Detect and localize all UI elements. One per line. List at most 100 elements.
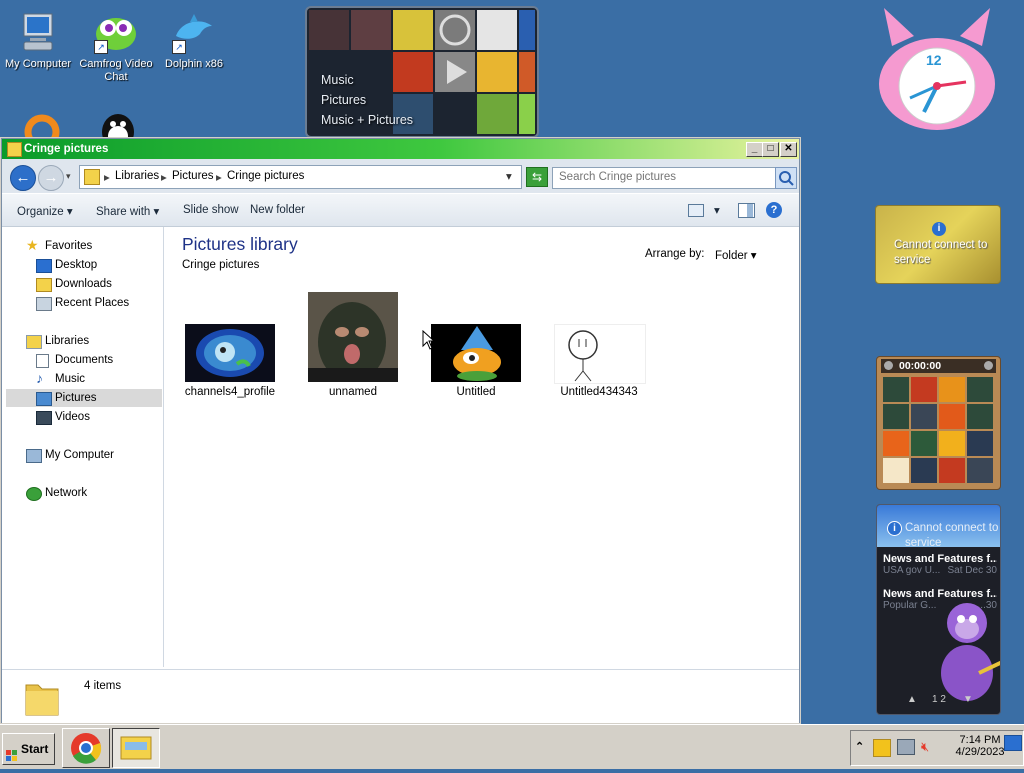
show-desktop-icon[interactable] [1004,735,1022,751]
file-name[interactable]: channels4_profile [165,386,295,398]
nav-documents[interactable]: Documents [36,351,156,369]
help-icon[interactable]: ? [766,202,782,218]
address-dropdown-icon[interactable]: ▾ [506,169,512,183]
nav-network[interactable]: Network [26,484,156,502]
play-icon[interactable] [435,52,475,92]
nav-recent-places[interactable]: Recent Places [36,294,156,312]
puzzle-help-icon[interactable] [884,361,893,370]
nav-videos[interactable]: Videos [36,408,156,426]
arrange-by-dropdown[interactable]: Folder ▾ [715,248,757,262]
puzzle-tile[interactable] [883,404,909,429]
file-list-pane[interactable]: Pictures library Cringe pictures Arrange… [164,227,799,667]
explorer-window[interactable]: Cringe pictures _ □ ✕ ← → ▾ ▸ Libraries … [1,138,800,723]
start-button[interactable]: Start [2,733,55,765]
file-thumbnail-unnamed[interactable] [308,292,398,382]
nav-my-computer[interactable]: My Computer [26,446,156,464]
search-icon[interactable] [775,167,797,189]
news-feed-gadget[interactable]: i Cannot connect to service News and Fea… [876,504,1001,715]
news-next-icon[interactable]: ▼ [963,693,973,707]
puzzle-tile[interactable] [883,377,909,402]
tray-clock[interactable]: 7:14 PM 4/29/2023 [955,734,1005,758]
view-options-icon[interactable] [688,204,704,217]
media-item-pictures[interactable]: Pictures [321,90,413,110]
search-input[interactable] [553,168,759,186]
nav-libraries[interactable]: Libraries [26,332,156,350]
desktop-icon-dolphin[interactable]: ↗ Dolphin x86 [156,10,232,71]
command-bar: Organize ▾ Share with ▾ Slide show New f… [2,194,799,227]
file-thumbnail-channels4-profile[interactable] [185,324,275,382]
weather-gadget[interactable]: i Cannot connect to service [875,205,1001,284]
close-button[interactable]: ✕ [780,142,797,157]
nav-favorites[interactable]: ★ Favorites [26,237,156,255]
nav-downloads[interactable]: Downloads [36,275,156,293]
share-with-button[interactable]: Share with ▾ [96,204,159,218]
puzzle-tile[interactable] [911,431,937,456]
window-titlebar[interactable]: Cringe pictures _ □ ✕ [2,139,799,159]
puzzle-shuffle-icon[interactable] [984,361,993,370]
partial-desktop-icon-penguin[interactable] [96,110,140,150]
puzzle-tile[interactable] [967,404,993,429]
puzzle-tile[interactable] [911,404,937,429]
puzzle-tile[interactable] [967,377,993,402]
puzzle-tile[interactable] [967,431,993,456]
slide-show-button[interactable]: Slide show [183,204,239,216]
puzzle-tile[interactable] [883,431,909,456]
desktop-icon-camfrog[interactable]: ↗ Camfrog Video Chat [78,10,154,84]
puzzle-tile[interactable] [883,458,909,483]
puzzle-tile[interactable] [939,458,965,483]
media-center-gadget[interactable]: Music Pictures Music + Pictures [305,6,539,138]
new-folder-button[interactable]: New folder [250,204,305,216]
minimize-button[interactable]: _ [746,142,763,157]
library-subheading: Cringe pictures [182,259,260,271]
address-path[interactable]: ▸ Libraries ▸ Pictures ▸ Cringe pictures… [79,165,522,189]
nav-pictures[interactable]: Pictures [6,389,162,407]
clock-gadget[interactable]: 12 [874,6,1000,134]
taskbar-explorer-button[interactable] [112,728,160,768]
puzzle-tile[interactable] [939,404,965,429]
file-thumbnail-untitled434343[interactable] [554,324,646,384]
pictures-icon [36,392,52,406]
partial-desktop-icon-ring[interactable] [24,112,60,150]
puzzle-tile[interactable] [911,377,937,402]
breadcrumb-cringe-pictures[interactable]: Cringe pictures [227,170,304,182]
breadcrumb-separator[interactable]: ▸ [161,170,167,184]
puzzle-tile[interactable] [967,458,993,483]
picture-puzzle-gadget[interactable]: 00:00:00 [876,356,1001,490]
taskbar-chrome-button[interactable] [62,728,110,768]
camfrog-frog-icon: ↗ [94,10,138,54]
puzzle-tile[interactable] [911,458,937,483]
news-item[interactable]: News and Features f... USA gov U... Sat … [883,553,997,576]
shortcut-arrow-icon: ↗ [172,40,186,54]
search-field[interactable] [552,167,776,189]
organize-button[interactable]: Organize ▾ [17,204,73,218]
show-hidden-icons-chevron[interactable]: ⌃ [855,740,864,753]
back-arrow-icon[interactable]: ← [10,165,36,191]
breadcrumb-pictures[interactable]: Pictures [172,170,214,182]
refresh-icon[interactable]: ⇆ [526,167,548,187]
breadcrumb-separator[interactable]: ▸ [216,170,222,184]
network-tray-icon[interactable] [897,739,915,755]
nav-desktop[interactable]: Desktop [36,256,156,274]
nav-music[interactable]: ♪ Music [36,370,156,388]
news-page-indicator: 1 2 [932,694,946,705]
puzzle-tile[interactable] [939,431,965,456]
preview-pane-icon[interactable] [738,203,755,218]
news-prev-icon[interactable]: ▲ [907,693,917,707]
purple-gorilla-icon[interactable] [933,593,1000,708]
desktop-icon-my-computer[interactable]: My Computer [0,10,76,71]
forward-arrow-icon[interactable]: → [38,165,64,191]
view-dropdown-icon[interactable]: ▾ [714,203,720,217]
breadcrumb-separator[interactable]: ▸ [104,170,110,184]
maximize-button[interactable]: □ [762,142,779,157]
file-name[interactable]: Untitled [411,386,541,398]
file-thumbnail-untitled[interactable] [431,324,521,382]
file-name[interactable]: Untitled434343 [534,386,664,398]
recent-pages-chevron-icon[interactable]: ▾ [66,171,71,182]
media-item-music[interactable]: Music [321,70,413,90]
puzzle-tile[interactable] [939,377,965,402]
volume-muted-icon[interactable]: 🔇︎ [921,739,929,755]
breadcrumb-libraries[interactable]: Libraries [115,170,159,182]
media-item-music-pictures[interactable]: Music + Pictures [321,110,413,130]
file-name[interactable]: unnamed [288,386,418,398]
action-center-flag-icon[interactable] [873,739,891,757]
